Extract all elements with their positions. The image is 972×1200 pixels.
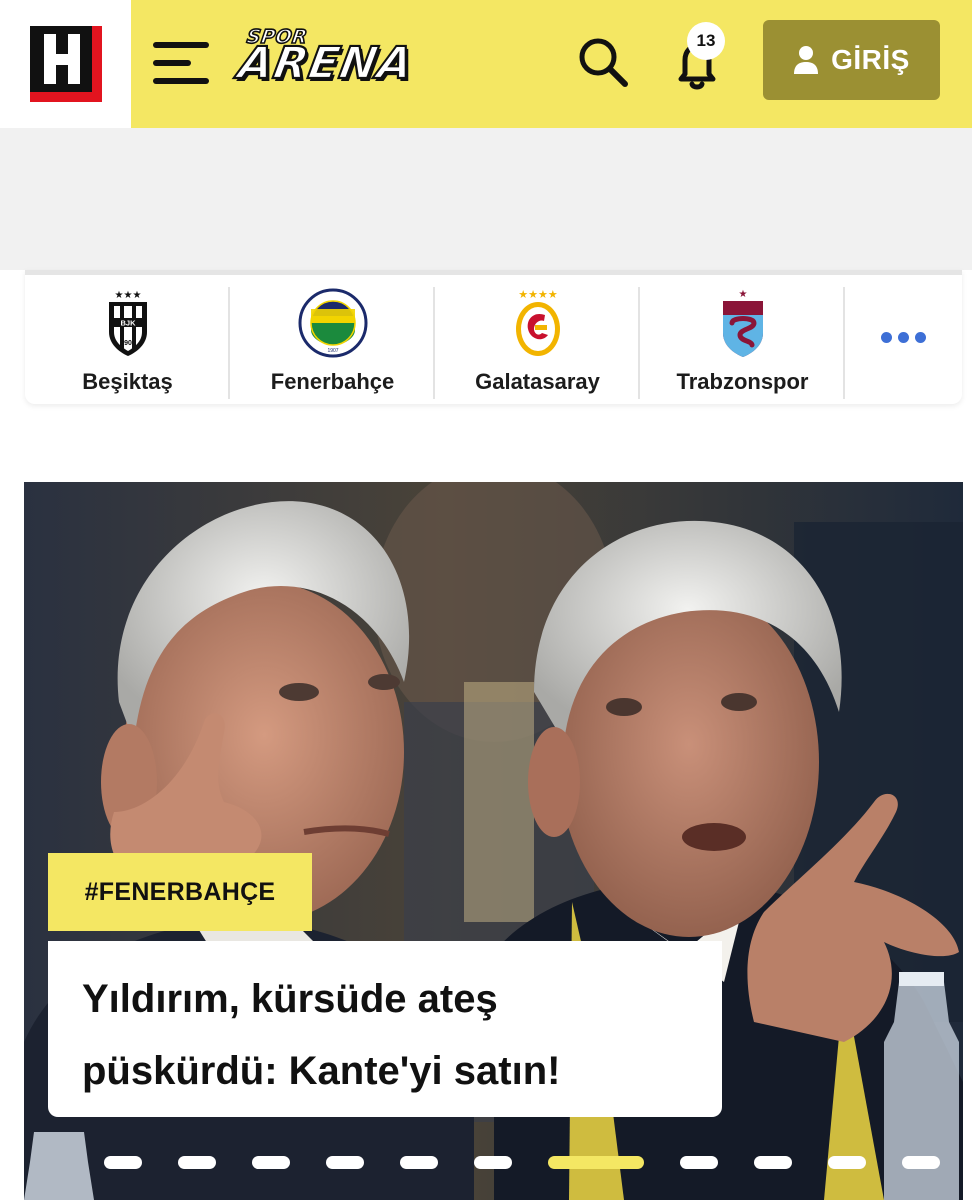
carousel-dot[interactable] [326, 1156, 364, 1169]
fenerbahce-crest-icon: 1907 [293, 287, 373, 359]
ad-placeholder [0, 128, 972, 270]
svg-text:1907: 1907 [327, 348, 338, 354]
hurriyet-logo[interactable] [0, 0, 131, 128]
hero-title-box[interactable]: Yıldırım, kürsüde ateş püskürdü: Kante'y… [48, 941, 722, 1117]
svg-text:★★★: ★★★ [114, 290, 141, 301]
carousel-pagination [104, 1156, 940, 1172]
carousel-dot[interactable] [680, 1156, 718, 1169]
header-bar: SPOR ARENA 13 GİRİŞ [131, 0, 972, 128]
carousel-dot[interactable] [902, 1156, 940, 1169]
team-name: Fenerbahçe [270, 369, 395, 394]
svg-text:★★★★: ★★★★ [518, 289, 558, 301]
team-name: Trabzonspor [676, 369, 809, 394]
besiktas-crest-icon: ★★★ BJK 1903 [88, 287, 168, 359]
team-item-fenerbahce[interactable]: 1907 Fenerbahçe [230, 275, 435, 404]
notification-count-badge[interactable]: 13 [687, 22, 725, 60]
carousel-dot[interactable] [474, 1156, 512, 1169]
hurriyet-h-logo-icon [29, 26, 102, 102]
team-nav-strip: ★★★ BJK 1903 Beşiktaş 1907 Fenerbahçe ★★… [25, 270, 962, 404]
carousel-dot[interactable] [104, 1156, 142, 1169]
top-header: SPOR ARENA 13 GİRİŞ [0, 0, 972, 128]
hero-tag-label: #FENERBAHÇE [84, 877, 276, 906]
spor-arena-logo[interactable]: SPOR ARENA [233, 25, 418, 92]
hamburger-menu-icon[interactable] [153, 40, 211, 86]
hero-title-line-1: Yıldırım, kürsüde ateş [82, 977, 498, 1021]
trabzonspor-crest-icon: ★ [703, 287, 783, 359]
svg-text:★: ★ [738, 289, 747, 300]
search-icon[interactable] [577, 36, 629, 88]
carousel-dot[interactable] [252, 1156, 290, 1169]
login-label: GİRİŞ [831, 44, 910, 75]
galatasaray-crest-icon: ★★★★ [498, 287, 578, 359]
carousel-dot[interactable] [178, 1156, 216, 1169]
svg-text:BJK: BJK [120, 319, 136, 328]
svg-text:1903: 1903 [120, 340, 136, 347]
carousel-dot[interactable] [828, 1156, 866, 1169]
hero-category-tag[interactable]: #FENERBAHÇE [48, 853, 312, 931]
user-icon [794, 46, 819, 74]
more-horizontal-icon[interactable] [845, 275, 962, 404]
team-item-galatasaray[interactable]: ★★★★ Galatasaray [435, 275, 640, 404]
logo-arena-text: ARENA [233, 37, 418, 90]
team-name: Galatasaray [475, 369, 600, 394]
hero-title-line-2: püskürdü: Kante'yi satın! [82, 1049, 561, 1093]
team-item-trabzonspor[interactable]: ★ Trabzonspor [640, 275, 845, 404]
team-item-besiktas[interactable]: ★★★ BJK 1903 Beşiktaş [25, 275, 230, 404]
carousel-dot-active[interactable] [548, 1156, 644, 1169]
carousel-dot[interactable] [400, 1156, 438, 1169]
team-name: Beşiktaş [82, 369, 173, 394]
login-button[interactable]: GİRİŞ [763, 20, 940, 100]
carousel-dot[interactable] [754, 1156, 792, 1169]
